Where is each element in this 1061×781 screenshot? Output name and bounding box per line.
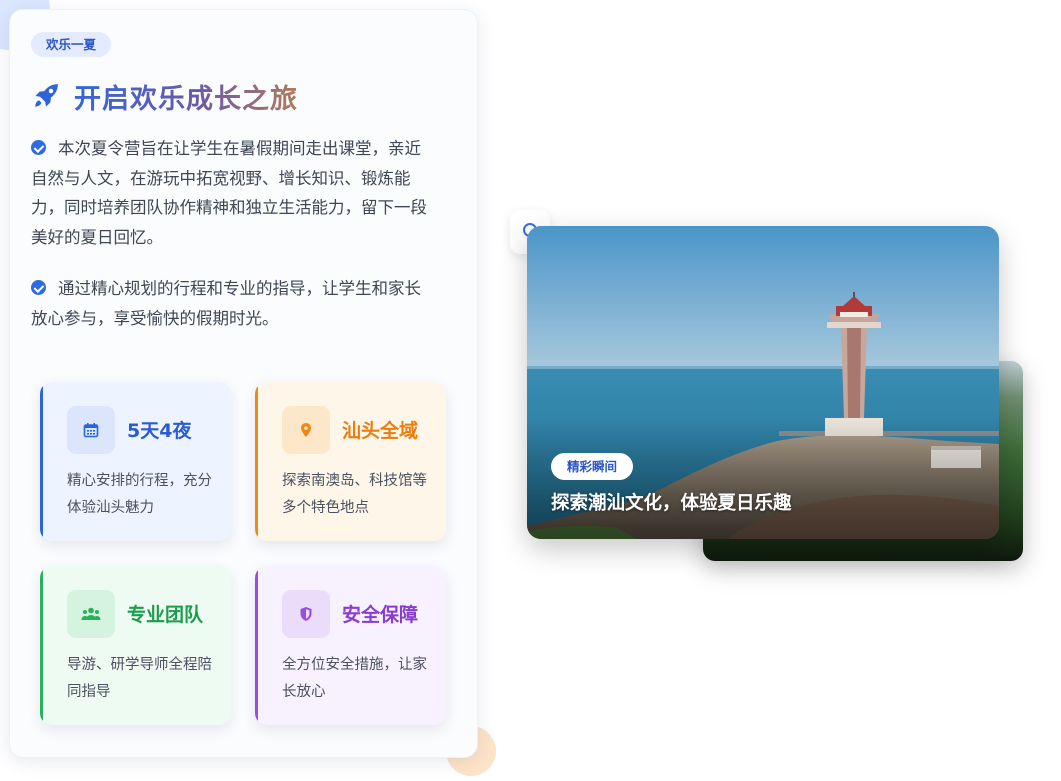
intro-paragraph-2-text: 通过精心规划的行程和专业的指导，让学生和家长放心参与，享受愉快的假期时光。 [31,279,421,328]
feature-card-duration: 5天4夜 精心安排的行程，充分体验汕头魅力 [40,382,231,541]
feature-title: 安全保障 [342,604,419,626]
intro-title: 开启欢乐成长之旅 [74,77,298,116]
rocket-icon [35,84,58,107]
intro-title-row: 开启欢乐成长之旅 [31,76,298,116]
calendar-icon [83,423,99,438]
feature-accent-bar [40,566,43,725]
feature-description: 导游、研学导师全程陪同指导 [67,657,212,700]
intro-paragraph-1-text: 本次夏令营旨在让学生在暑假期间走出课堂，亲近自然与人文，在游玩中拓宽视野、增长知… [31,139,427,247]
feature-description: 探索南澳岛、科技馆等多个特色地点 [282,473,427,516]
feature-accent-bar [255,382,258,541]
check-circle-icon [31,280,46,295]
photo-tag: 精彩瞬间 [551,453,634,480]
feature-description: 精心安排的行程，充分体验汕头魅力 [67,473,212,516]
feature-card-location: 汕头全域 探索南澳岛、科技馆等多个特色地点 [255,382,446,541]
intro-paragraph-2: 通过精心规划的行程和专业的指导，让学生和家长放心参与，享受愉快的假期时光。 [31,274,429,333]
feature-accent-bar [255,566,258,725]
shield-icon [300,607,312,621]
feature-icon-box [67,590,115,638]
feature-icon-box [282,590,330,638]
feature-icon-box [67,406,115,454]
intro-paragraph-1: 本次夏令营旨在让学生在暑假期间走出课堂，亲近自然与人文，在游玩中拓宽视野、增长知… [31,134,429,252]
feature-icon-box [282,406,330,454]
photo-caption: 探索潮汕文化，体验夏日乐趣 [551,493,792,514]
gallery-photo-front[interactable]: 精彩瞬间 探索潮汕文化，体验夏日乐趣 [527,226,999,539]
feature-description: 全方位安全措施，让家长放心 [282,657,427,700]
feature-card-team: 专业团队 导游、研学导师全程陪同指导 [40,566,231,725]
check-circle-icon [31,140,46,155]
feature-title: 汕头全域 [342,420,419,442]
feature-card-safety: 安全保障 全方位安全措施，让家长放心 [255,566,446,725]
map-pin-icon [301,423,311,437]
users-icon [81,607,101,620]
intro-badge: 欢乐一夏 [31,32,112,57]
feature-title: 5天4夜 [127,420,192,442]
feature-accent-bar [40,382,43,541]
feature-title: 专业团队 [127,604,204,626]
